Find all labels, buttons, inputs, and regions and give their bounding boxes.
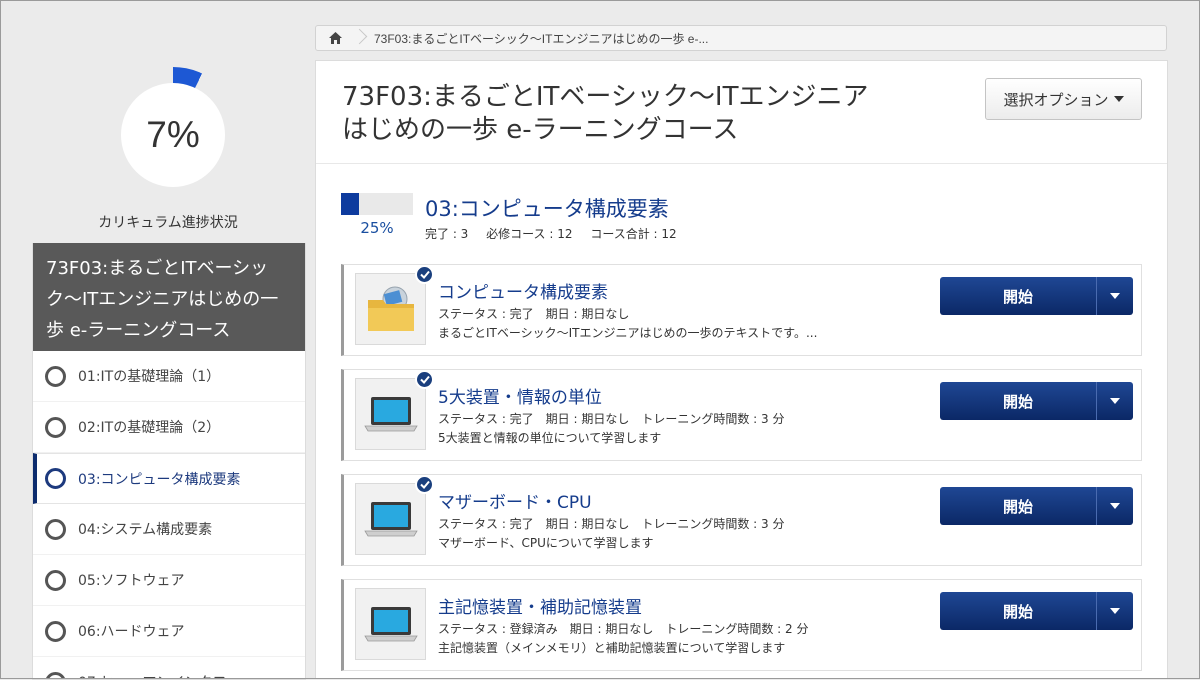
completed-check-icon xyxy=(415,475,434,494)
course-meta: ステータス : 登録済み 期日 : 期日なし トレーニング時間数 : 2 分 xyxy=(438,620,808,637)
section-title: 03:コンピュータ構成要素 xyxy=(425,193,669,223)
main-panel: 73F03:まるごとITベーシック〜ITエンジニアはじめの一歩 e-ラーニングコ… xyxy=(315,60,1168,679)
start-button-group: 開始 xyxy=(940,592,1133,630)
caret-down-icon xyxy=(1110,503,1120,509)
breadcrumb-home-link[interactable] xyxy=(316,26,354,50)
laptop-icon xyxy=(364,396,418,432)
curriculum-sidebar: 73F03:まるごとITベーシック〜ITエンジニアはじめの一歩 e-ラーニングコ… xyxy=(32,243,306,680)
course-description: マザーボード、CPUについて学習します xyxy=(438,534,654,551)
status-ring-icon xyxy=(45,570,66,591)
curriculum-progress-percent: 7% xyxy=(121,83,225,187)
course-title-link[interactable]: 5大装置・情報の単位 xyxy=(438,383,602,408)
breadcrumb: 73F03:まるごとITベーシック〜ITエンジニアはじめの一歩 e-... xyxy=(315,25,1167,51)
course-title-link[interactable]: 主記憶装置・補助記憶装置 xyxy=(438,593,642,618)
status-ring-icon xyxy=(45,417,66,438)
caret-down-icon xyxy=(1110,398,1120,404)
stat-total: コース合計 : 12 xyxy=(590,227,676,241)
status-ring-icon xyxy=(45,468,66,489)
home-icon xyxy=(329,32,342,44)
start-dropdown-toggle[interactable] xyxy=(1096,487,1133,525)
start-dropdown-toggle[interactable] xyxy=(1096,382,1133,420)
start-button[interactable]: 開始 xyxy=(940,487,1096,525)
sidebar-item-label: 05:ソフトウェア xyxy=(78,570,185,590)
curriculum-progress-caption: カリキュラム進捗状況 xyxy=(32,212,304,232)
start-dropdown-toggle[interactable] xyxy=(1096,592,1133,630)
sidebar-item-05[interactable]: 05:ソフトウェア xyxy=(33,555,305,606)
sidebar-item-label: 04:システム構成要素 xyxy=(78,519,212,539)
course-thumbnail[interactable] xyxy=(355,588,426,660)
curriculum-progress-donut: 7% xyxy=(105,67,241,203)
status-ring-icon xyxy=(45,366,66,387)
start-button-group: 開始 xyxy=(940,277,1133,315)
course-title-link[interactable]: コンピュータ構成要素 xyxy=(438,278,608,303)
stat-completed: 完了 : 3 xyxy=(425,227,468,241)
sidebar-item-04[interactable]: 04:システム構成要素 xyxy=(33,504,305,555)
start-button[interactable]: 開始 xyxy=(940,592,1096,630)
sidebar-item-label: 01:ITの基礎理論（1） xyxy=(78,366,220,386)
sidebar-item-01[interactable]: 01:ITの基礎理論（1） xyxy=(33,351,305,402)
start-button[interactable]: 開始 xyxy=(940,382,1096,420)
course-description: 主記憶装置（メインメモリ）と補助記憶装置について学習します xyxy=(438,639,785,656)
course-title-link[interactable]: マザーボード・CPU xyxy=(438,488,592,513)
section-stats: 完了 : 3 必修コース : 12 コース合計 : 12 xyxy=(425,225,691,242)
completed-check-icon xyxy=(415,370,434,389)
section-progress-bar xyxy=(341,193,413,215)
caret-down-icon xyxy=(1110,608,1120,614)
status-ring-icon xyxy=(45,621,66,642)
course-card: 5大装置・情報の単位 ステータス : 完了 期日 : 期日なし トレーニング時間… xyxy=(341,369,1142,461)
sidebar-item-07[interactable]: 07:ヒューマンインタフェ xyxy=(33,657,305,680)
folder-icon xyxy=(365,286,417,332)
sidebar-curriculum-title: 73F03:まるごとITベーシック〜ITエンジニアはじめの一歩 e-ラーニングコ… xyxy=(33,243,305,351)
section-progress-fill xyxy=(341,193,359,215)
section-progress-percent: 25% xyxy=(341,219,413,237)
breadcrumb-current[interactable]: 73F03:まるごとITベーシック〜ITエンジニアはじめの一歩 e-... xyxy=(368,30,708,47)
selection-options-label: 選択オプション xyxy=(1003,89,1108,110)
sidebar-item-06[interactable]: 06:ハードウェア xyxy=(33,606,305,657)
stat-required: 必修コース : 12 xyxy=(486,227,572,241)
sidebar-item-label: 06:ハードウェア xyxy=(78,621,185,641)
title-divider xyxy=(316,163,1168,164)
course-description: 5大装置と情報の単位について学習します xyxy=(438,429,661,446)
course-card: 主記憶装置・補助記憶装置 ステータス : 登録済み 期日 : 期日なし トレーニ… xyxy=(341,579,1142,671)
caret-down-icon xyxy=(1110,293,1120,299)
course-thumbnail[interactable] xyxy=(355,378,426,450)
completed-check-icon xyxy=(415,265,434,284)
start-button-group: 開始 xyxy=(940,487,1133,525)
start-button[interactable]: 開始 xyxy=(940,277,1096,315)
selection-options-button[interactable]: 選択オプション xyxy=(985,78,1142,120)
course-thumbnail[interactable] xyxy=(355,273,426,345)
laptop-icon xyxy=(364,501,418,537)
sidebar-item-03[interactable]: 03:コンピュータ構成要素 xyxy=(33,453,305,504)
course-meta: ステータス : 完了 期日 : 期日なし トレーニング時間数 : 3 分 xyxy=(438,410,784,427)
course-meta: ステータス : 完了 期日 : 期日なし トレーニング時間数 : 3 分 xyxy=(438,515,784,532)
start-button-group: 開始 xyxy=(940,382,1133,420)
page-title: 73F03:まるごとITベーシック〜ITエンジニアはじめの一歩 e-ラーニングコ… xyxy=(342,81,882,147)
start-dropdown-toggle[interactable] xyxy=(1096,277,1133,315)
caret-down-icon xyxy=(1114,96,1124,102)
sidebar-item-label: 03:コンピュータ構成要素 xyxy=(78,469,241,489)
sidebar-item-02[interactable]: 02:ITの基礎理論（2） xyxy=(33,402,305,453)
sidebar-item-label: 02:ITの基礎理論（2） xyxy=(78,417,220,437)
breadcrumb-separator xyxy=(354,26,368,50)
course-meta: ステータス : 完了 期日 : 期日なし xyxy=(438,305,629,322)
laptop-icon xyxy=(364,606,418,642)
course-thumbnail[interactable] xyxy=(355,483,426,555)
course-description: まるごとITベーシック〜ITエンジニアはじめの一歩のテキストです。... xyxy=(438,324,817,341)
status-ring-icon xyxy=(45,519,66,540)
course-card: コンピュータ構成要素 ステータス : 完了 期日 : 期日なし まるごとITベー… xyxy=(341,264,1142,356)
course-card: マザーボード・CPU ステータス : 完了 期日 : 期日なし トレーニング時間… xyxy=(341,474,1142,566)
